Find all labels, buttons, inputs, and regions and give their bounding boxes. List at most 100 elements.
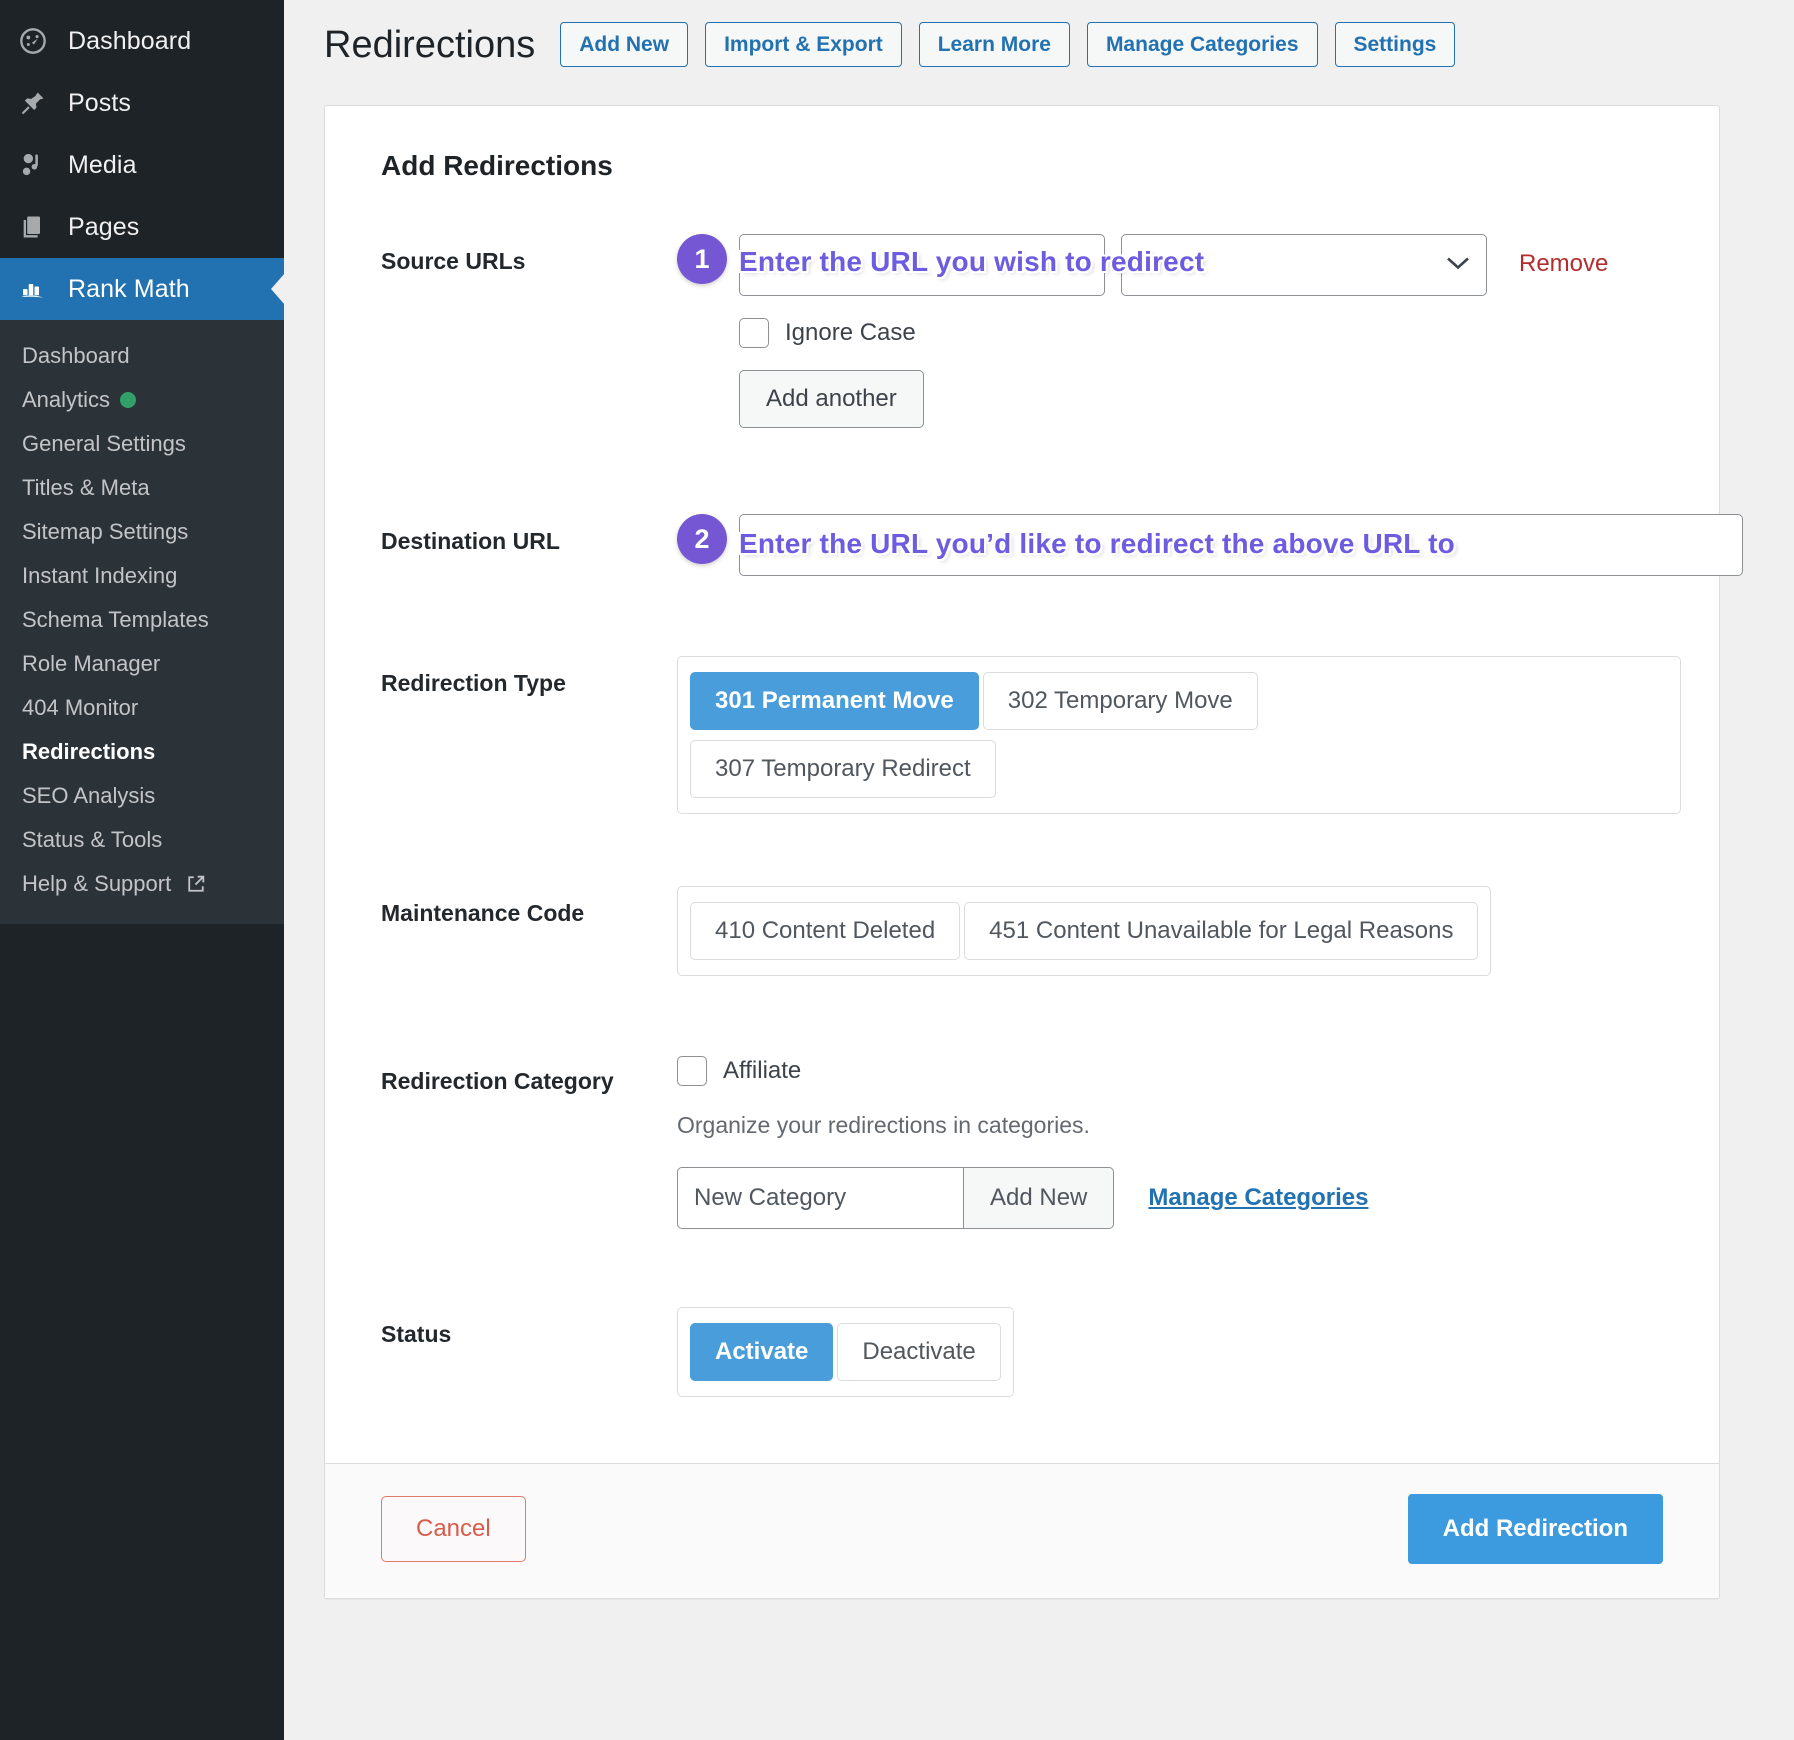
destination-url-label: Destination URL	[381, 528, 560, 555]
pin-icon	[12, 82, 54, 124]
submenu-label: Schema Templates	[22, 607, 209, 632]
page-title: Redirections	[324, 23, 536, 66]
status-activate-button[interactable]: Activate	[690, 1323, 834, 1382]
cancel-button[interactable]: Cancel	[381, 1496, 526, 1563]
source-url-comparison-select[interactable]	[1121, 234, 1487, 297]
submenu-item-404-monitor[interactable]: 404 Monitor	[0, 686, 284, 730]
submenu-item-schema-templates[interactable]: Schema Templates	[0, 598, 284, 642]
affiliate-row[interactable]: Affiliate	[677, 1056, 1663, 1087]
redirection-type-301-button[interactable]: 301 Permanent Move	[690, 672, 979, 731]
wp-admin-screen: Dashboard Posts Media Pages Rank Math Da…	[0, 0, 1794, 1740]
destination-url-row: Destination URL 2 Enter the URL you’d li…	[381, 514, 1743, 577]
manage-categories-link[interactable]: Manage Categories	[1148, 1184, 1368, 1212]
maintenance-code-451-button[interactable]: 451 Content Unavailable for Legal Reason…	[964, 902, 1479, 961]
ignore-case-row[interactable]: Ignore Case	[739, 318, 1663, 349]
redirection-category-field: Affiliate Organize your redirections in …	[677, 1054, 1663, 1230]
submenu-item-analytics[interactable]: Analytics	[0, 378, 284, 422]
redirection-type-302-button[interactable]: 302 Temporary Move	[982, 672, 1258, 731]
redirection-type-group: 301 Permanent Move 302 Temporary Move 30…	[677, 656, 1681, 815]
affiliate-label: Affiliate	[723, 1057, 802, 1085]
sidebar-item-pages[interactable]: Pages	[0, 196, 284, 258]
submenu-item-status-tools[interactable]: Status & Tools	[0, 818, 284, 862]
status-group: Activate Deactivate	[677, 1307, 1014, 1398]
sidebar-item-media[interactable]: Media	[0, 134, 284, 196]
panel-body: Add Redirections Source URLs 1 Remove En…	[325, 106, 1743, 1463]
submenu-item-titles-meta[interactable]: Titles & Meta	[0, 466, 284, 510]
comparison-select-value	[1121, 234, 1487, 297]
maintenance-code-group: 410 Content Deleted 451 Content Unavaila…	[677, 886, 1492, 977]
submenu-item-seo-analysis[interactable]: SEO Analysis	[0, 774, 284, 818]
main-content: Redirections Add New Import & Export Lea…	[284, 0, 1794, 1740]
sidebar-top-menu: Dashboard Posts Media Pages Rank Math	[0, 0, 284, 320]
submenu-label: Analytics	[22, 387, 111, 412]
redirection-type-307-button[interactable]: 307 Temporary Redirect	[690, 740, 996, 799]
status-row: Status Activate Deactivate	[381, 1307, 1663, 1398]
rank-math-submenu: Dashboard Analytics General Settings Tit…	[0, 320, 284, 924]
settings-button[interactable]: Settings	[1334, 22, 1456, 68]
status-deactivate-button[interactable]: Deactivate	[837, 1323, 1001, 1382]
external-link-icon	[187, 875, 205, 893]
maintenance-code-label: Maintenance Code	[381, 900, 585, 927]
panel-footer: Cancel Add Redirection	[325, 1463, 1719, 1599]
status-field: Activate Deactivate	[677, 1307, 1663, 1398]
source-urls-row: Source URLs 1 Remove Enter the URL you w…	[381, 234, 1663, 429]
affiliate-checkbox[interactable]	[677, 1056, 707, 1087]
maintenance-code-field: 410 Content Deleted 451 Content Unavaila…	[677, 886, 1663, 977]
sidebar-item-rank-math[interactable]: Rank Math	[0, 258, 284, 320]
add-redirections-panel: Add Redirections Source URLs 1 Remove En…	[324, 105, 1743, 1600]
status-label: Status	[381, 1321, 452, 1348]
remove-source-url-link[interactable]: Remove	[1519, 234, 1608, 278]
maintenance-code-410-button[interactable]: 410 Content Deleted	[690, 902, 961, 961]
add-new-button[interactable]: Add New	[560, 22, 689, 68]
destination-url-input[interactable]	[739, 514, 1743, 577]
source-urls-label: Source URLs	[381, 248, 526, 275]
submenu-item-role-manager[interactable]: Role Manager	[0, 642, 284, 686]
learn-more-button[interactable]: Learn More	[918, 22, 1070, 68]
sidebar-item-label: Rank Math	[68, 274, 190, 303]
new-category-input[interactable]	[677, 1167, 963, 1230]
sidebar-item-label: Dashboard	[68, 26, 192, 55]
pages-icon	[12, 206, 54, 248]
redirection-category-label: Redirection Category	[381, 1068, 614, 1095]
submenu-label: 404 Monitor	[22, 695, 139, 720]
submenu-item-instant-indexing[interactable]: Instant Indexing	[0, 554, 284, 598]
sidebar-item-dashboard[interactable]: Dashboard	[0, 10, 284, 72]
page-header: Redirections Add New Import & Export Lea…	[284, 0, 1794, 68]
annotation-badge-1: 1	[677, 234, 727, 285]
submenu-label: Help & Support	[22, 871, 172, 896]
destination-url-field: 2 Enter the URL you’d like to redirect t…	[677, 514, 1743, 577]
redirection-type-field: 301 Permanent Move 302 Temporary Move 30…	[677, 656, 1681, 815]
submenu-item-sitemap-settings[interactable]: Sitemap Settings	[0, 510, 284, 554]
submenu-item-dashboard[interactable]: Dashboard	[0, 334, 284, 378]
add-new-category-button[interactable]: Add New	[963, 1167, 1115, 1230]
submenu-label: Instant Indexing	[22, 563, 178, 588]
redirection-type-row: Redirection Type 301 Permanent Move 302 …	[381, 656, 1681, 815]
sidebar-item-posts[interactable]: Posts	[0, 72, 284, 134]
submenu-item-general-settings[interactable]: General Settings	[0, 422, 284, 466]
analytics-status-dot-icon	[120, 392, 137, 408]
source-url-input[interactable]	[739, 234, 1105, 297]
source-urls-field: 1 Remove Enter the URL you wish to redir…	[677, 234, 1663, 429]
sidebar-item-label: Pages	[68, 212, 140, 241]
submenu-item-help-support[interactable]: Help & Support	[0, 862, 284, 906]
admin-sidebar: Dashboard Posts Media Pages Rank Math Da…	[0, 0, 284, 1740]
submenu-label: Role Manager	[22, 651, 161, 676]
import-export-button[interactable]: Import & Export	[705, 22, 902, 68]
category-helper-text: Organize your redirections in categories…	[677, 1112, 1090, 1139]
sidebar-item-label: Media	[68, 150, 137, 179]
manage-categories-button[interactable]: Manage Categories	[1086, 22, 1318, 68]
redirection-category-row: Redirection Category Affiliate Organize …	[381, 1054, 1663, 1230]
submenu-item-redirections[interactable]: Redirections	[0, 730, 284, 774]
add-redirection-button[interactable]: Add Redirection	[1407, 1494, 1663, 1565]
ignore-case-checkbox[interactable]	[739, 318, 769, 349]
dashboard-icon	[12, 20, 54, 62]
maintenance-code-row: Maintenance Code 410 Content Deleted 451…	[381, 886, 1663, 977]
panel-title: Add Redirections	[381, 150, 613, 182]
submenu-label: Titles & Meta	[22, 475, 150, 500]
redirection-type-label: Redirection Type	[381, 670, 566, 697]
new-category-row: Add New Manage Categories	[677, 1167, 1663, 1230]
submenu-label: Status & Tools	[22, 827, 163, 852]
add-another-button[interactable]: Add another	[739, 370, 924, 429]
submenu-label: SEO Analysis	[22, 783, 156, 808]
submenu-label: Dashboard	[22, 343, 130, 368]
